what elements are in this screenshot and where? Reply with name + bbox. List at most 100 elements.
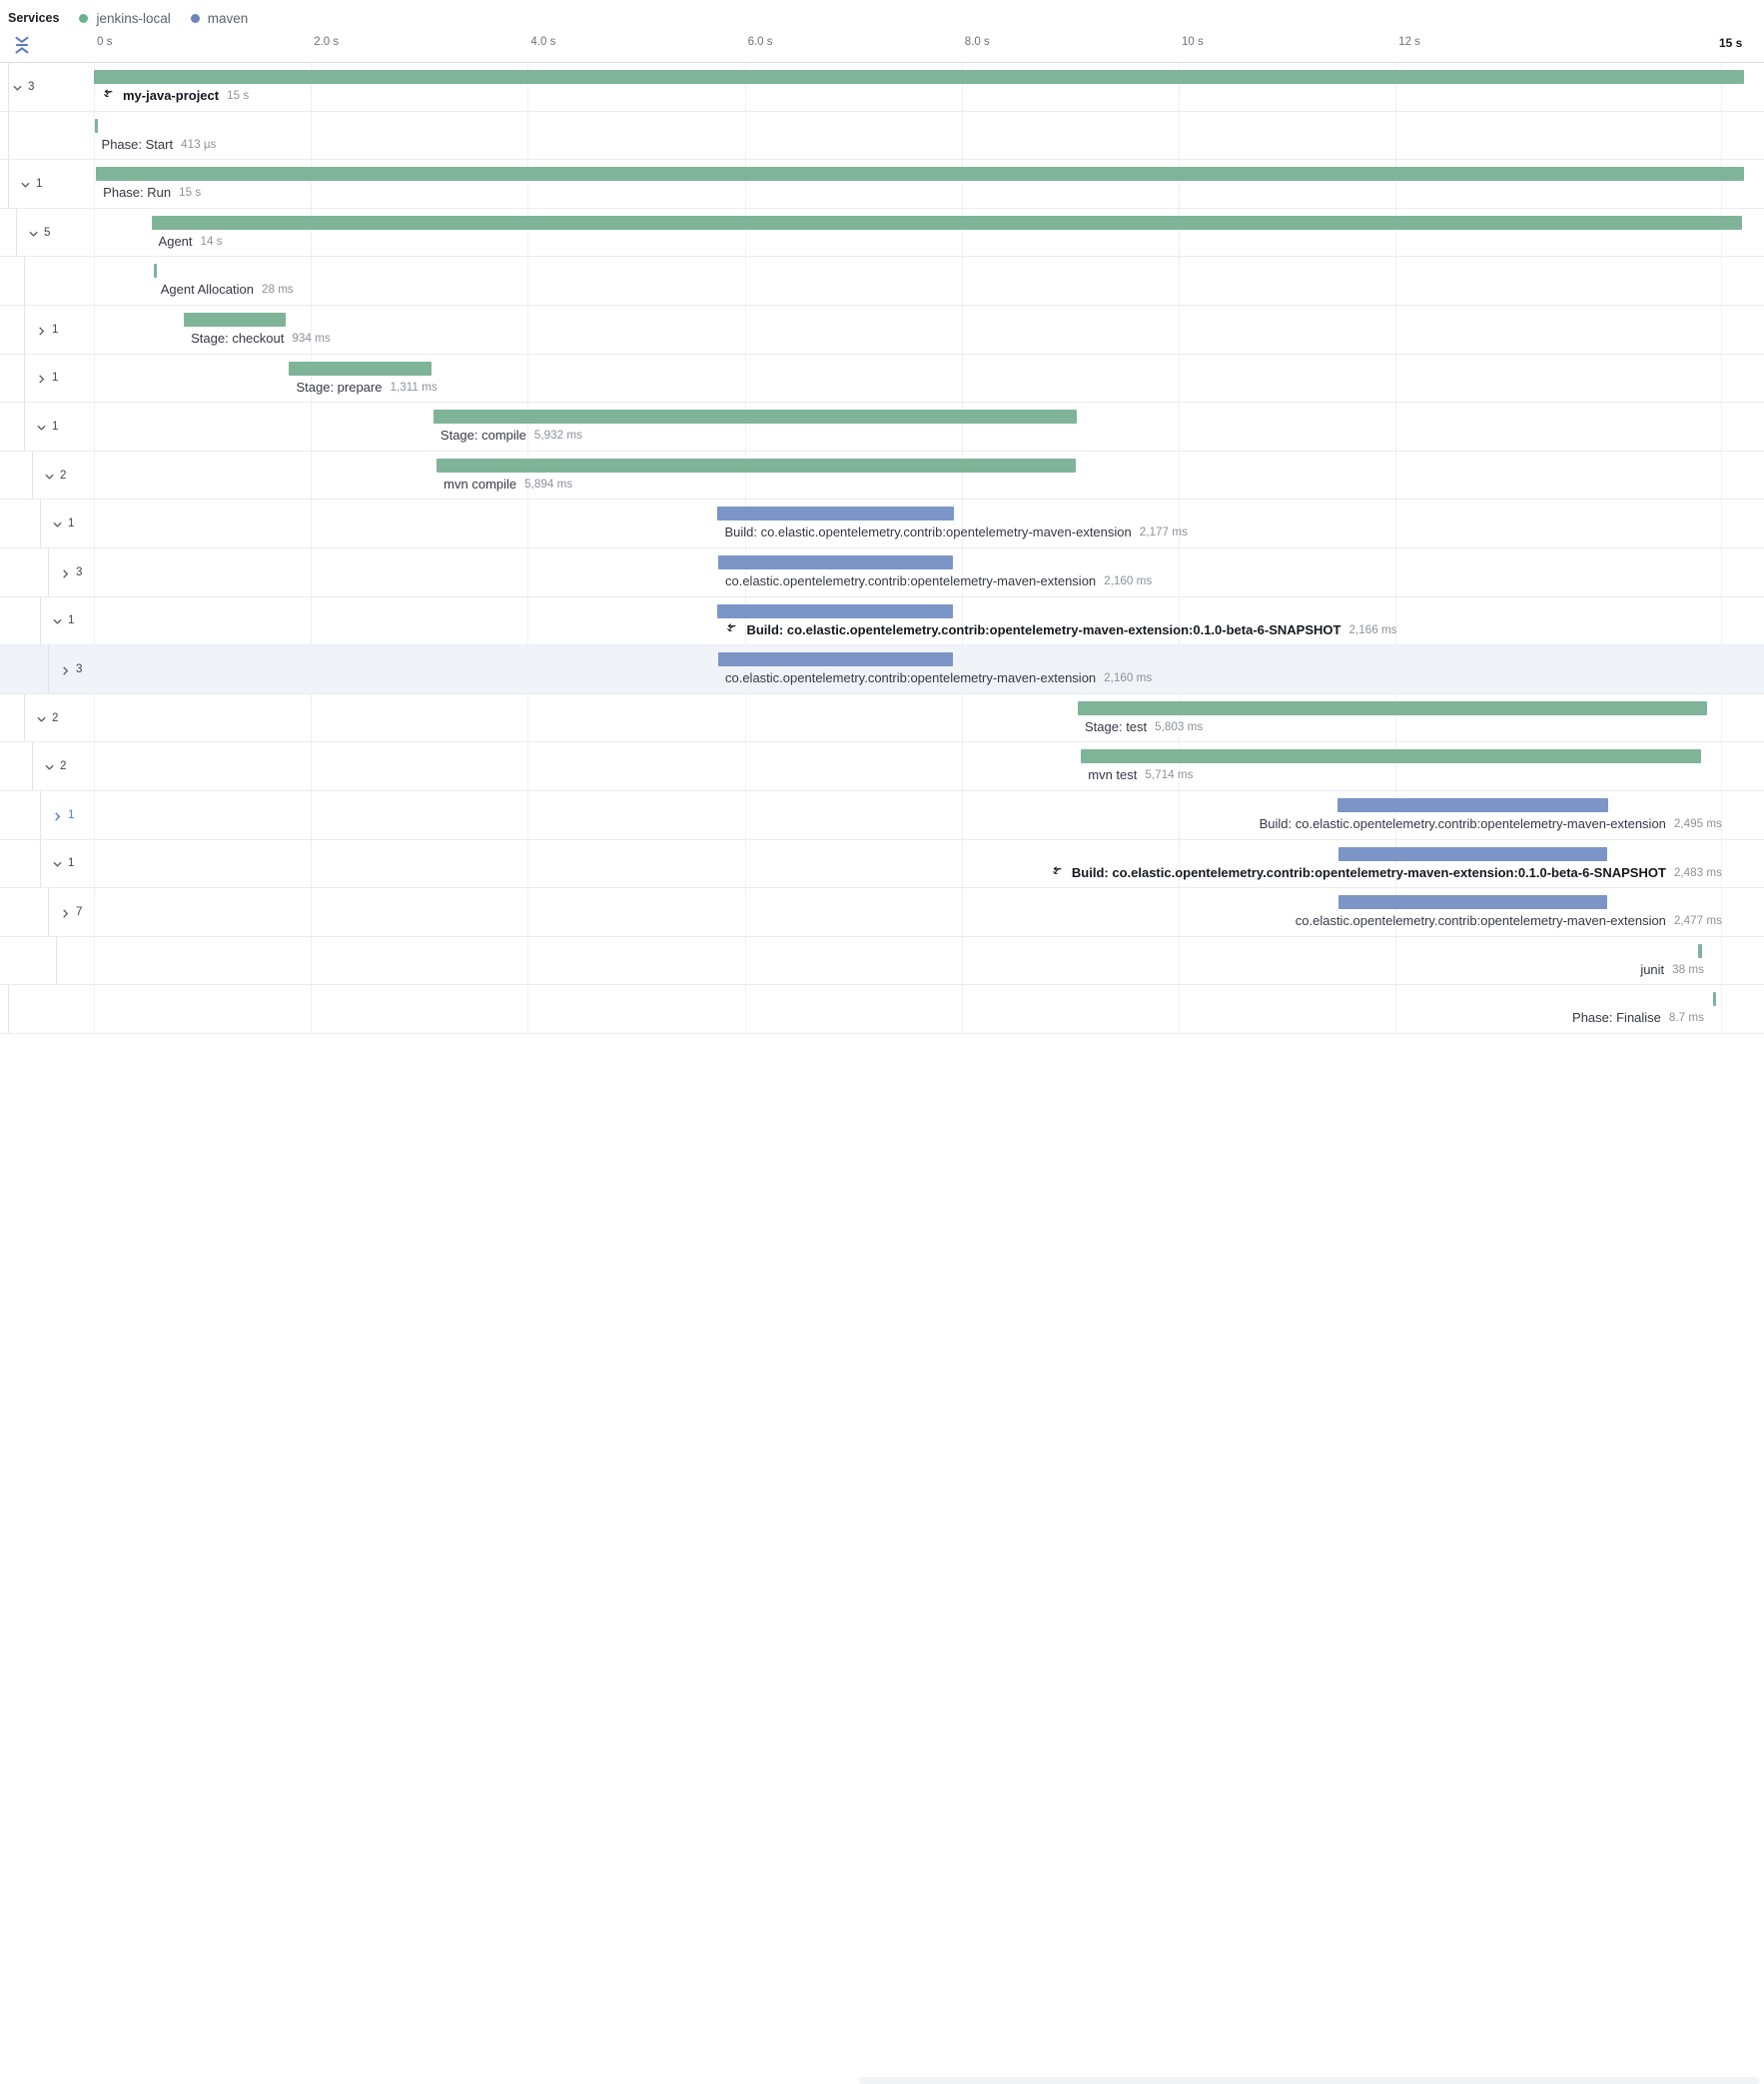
span-label[interactable]: Stage: compile5,932 ms <box>441 428 582 443</box>
span-label[interactable]: mvn compile5,894 ms <box>443 477 572 492</box>
chevron-down-icon[interactable] <box>28 227 40 239</box>
chevron-down-icon[interactable] <box>20 178 32 190</box>
span-bar[interactable] <box>154 264 157 278</box>
span-bar[interactable] <box>717 604 952 618</box>
span-label[interactable]: Agent14 s <box>159 234 223 249</box>
chevron-down-icon[interactable] <box>44 760 56 772</box>
span-bar[interactable] <box>437 459 1076 473</box>
span-row[interactable]: 1Stage: prepare1,311 ms <box>0 355 1764 404</box>
span-name-text[interactable]: my-java-project <box>123 88 219 103</box>
collapse-all-button[interactable] <box>13 35 31 55</box>
span-bar[interactable] <box>95 119 98 133</box>
span-label[interactable]: Stage: prepare1,311 ms <box>296 380 437 395</box>
span-bar[interactable] <box>718 652 953 666</box>
span-name-text[interactable]: mvn test <box>1088 767 1137 782</box>
chevron-right-icon[interactable] <box>36 372 48 384</box>
chevron-down-icon[interactable] <box>52 518 64 529</box>
span-name-text[interactable]: co.elastic.opentelemetry.contrib:opentel… <box>1296 913 1666 928</box>
span-row[interactable]: 3co.elastic.opentelemetry.contrib:opente… <box>0 548 1764 597</box>
span-label[interactable]: Stage: checkout934 ms <box>191 331 331 346</box>
span-name-text[interactable]: Stage: prepare <box>296 380 382 395</box>
span-row[interactable]: 2mvn compile5,894 ms <box>0 452 1764 501</box>
chevron-right-icon[interactable] <box>52 809 64 821</box>
span-label[interactable]: my-java-project15 s <box>101 88 249 103</box>
span-label[interactable]: mvn test5,714 ms <box>1088 767 1193 782</box>
span-bar[interactable] <box>1338 847 1608 861</box>
span-label[interactable]: co.elastic.opentelemetry.contrib:opentel… <box>725 670 1152 685</box>
span-name-text[interactable]: Phase: Start <box>102 137 174 152</box>
span-name-text[interactable]: Build: co.elastic.opentelemetry.contrib:… <box>1072 865 1666 880</box>
span-row[interactable]: 1Phase: Run15 s <box>0 160 1764 209</box>
span-row[interactable]: 1Stage: checkout934 ms <box>0 306 1764 355</box>
span-name-text[interactable]: Agent Allocation <box>161 282 254 297</box>
chevron-down-icon[interactable] <box>44 470 56 482</box>
span-bar[interactable] <box>1337 798 1608 812</box>
span-name-text[interactable]: Build: co.elastic.opentelemetry.contrib:… <box>724 524 1131 539</box>
chevron-right-icon[interactable] <box>60 663 72 675</box>
span-row[interactable]: junit38 ms <box>0 937 1764 986</box>
span-bar[interactable] <box>1078 701 1707 715</box>
span-row[interactable]: 7co.elastic.opentelemetry.contrib:opente… <box>0 888 1764 937</box>
span-name-text[interactable]: Stage: checkout <box>191 331 284 346</box>
span-label[interactable]: Agent Allocation28 ms <box>161 282 294 297</box>
span-label[interactable]: Stage: test5,803 ms <box>1085 719 1203 734</box>
chevron-right-icon[interactable] <box>36 324 48 336</box>
span-bar[interactable] <box>94 70 1744 84</box>
span-bar[interactable] <box>96 167 1744 181</box>
span-name-text[interactable]: mvn compile <box>443 477 516 492</box>
span-bar[interactable] <box>1713 992 1716 1006</box>
chevron-down-icon[interactable] <box>36 712 48 724</box>
span-row[interactable]: 2mvn test5,714 ms <box>0 742 1764 791</box>
chevron-down-icon[interactable] <box>52 857 64 869</box>
span-bar[interactable] <box>718 555 953 569</box>
span-label[interactable]: Build: co.elastic.opentelemetry.contrib:… <box>1260 816 1722 831</box>
span-bar[interactable] <box>289 362 431 376</box>
span-name-text[interactable]: co.elastic.opentelemetry.contrib:opentel… <box>725 573 1096 588</box>
span-row[interactable]: Phase: Start413 µs <box>0 112 1764 161</box>
chevron-right-icon[interactable] <box>60 906 72 918</box>
span-label[interactable]: co.elastic.opentelemetry.contrib:opentel… <box>1296 913 1722 928</box>
span-name-text[interactable]: co.elastic.opentelemetry.contrib:opentel… <box>725 670 1096 685</box>
span-bar[interactable] <box>152 216 1742 230</box>
span-row[interactable]: 5Agent14 s <box>0 209 1764 258</box>
span-name-text[interactable]: Build: co.elastic.opentelemetry.contrib:… <box>746 622 1340 637</box>
span-label[interactable]: Build: co.elastic.opentelemetry.contrib:… <box>724 622 1396 637</box>
span-name-text[interactable]: Build: co.elastic.opentelemetry.contrib:… <box>1260 816 1666 831</box>
span-label[interactable]: co.elastic.opentelemetry.contrib:opentel… <box>725 573 1152 588</box>
span-name-text[interactable]: Agent <box>159 234 193 249</box>
span-bar[interactable] <box>434 410 1077 424</box>
span-label[interactable]: Build: co.elastic.opentelemetry.contrib:… <box>1050 865 1722 880</box>
horizontal-scrollbar[interactable] <box>859 2077 1760 2084</box>
span-name-text[interactable]: Phase: Run <box>103 185 171 200</box>
span-name-text[interactable]: Phase: Finalise <box>1572 1010 1661 1025</box>
span-bar[interactable] <box>1081 749 1701 763</box>
span-label[interactable]: Phase: Run15 s <box>103 185 201 200</box>
span-row[interactable]: Agent Allocation28 ms <box>0 257 1764 306</box>
span-bar[interactable] <box>1698 944 1702 958</box>
legend-item-maven[interactable]: maven <box>191 11 249 26</box>
span-name-text[interactable]: Stage: compile <box>441 428 526 443</box>
span-row[interactable]: 3co.elastic.opentelemetry.contrib:opente… <box>0 645 1764 694</box>
chevron-down-icon[interactable] <box>12 81 24 93</box>
span-name-text[interactable]: junit <box>1640 962 1664 977</box>
span-bar[interactable] <box>1338 895 1607 909</box>
span-bar[interactable] <box>184 313 285 327</box>
chevron-right-icon[interactable] <box>60 566 72 578</box>
span-row[interactable]: 1Build: co.elastic.opentelemetry.contrib… <box>0 500 1764 548</box>
span-label[interactable]: junit38 ms <box>1640 962 1704 977</box>
chevron-down-icon[interactable] <box>36 421 48 433</box>
span-row[interactable]: 1Build: co.elastic.opentelemetry.contrib… <box>0 840 1764 889</box>
span-row[interactable]: 2Stage: test5,803 ms <box>0 694 1764 743</box>
span-row[interactable]: 1Build: co.elastic.opentelemetry.contrib… <box>0 791 1764 840</box>
span-label[interactable]: Phase: Start413 µs <box>102 137 217 152</box>
span-row[interactable]: 1Stage: compile5,932 ms <box>0 403 1764 452</box>
span-label[interactable]: Build: co.elastic.opentelemetry.contrib:… <box>724 524 1187 539</box>
span-row[interactable]: 1Build: co.elastic.opentelemetry.contrib… <box>0 597 1764 646</box>
span-label[interactable]: Phase: Finalise8.7 ms <box>1572 1010 1704 1025</box>
legend-item-jenkins-local[interactable]: jenkins-local <box>79 11 170 26</box>
span-bar[interactable] <box>717 507 953 521</box>
chevron-down-icon[interactable] <box>52 614 64 626</box>
span-row[interactable]: Phase: Finalise8.7 ms <box>0 985 1764 1034</box>
span-name-text[interactable]: Stage: test <box>1085 719 1147 734</box>
span-row[interactable]: 3my-java-project15 s <box>0 63 1764 112</box>
